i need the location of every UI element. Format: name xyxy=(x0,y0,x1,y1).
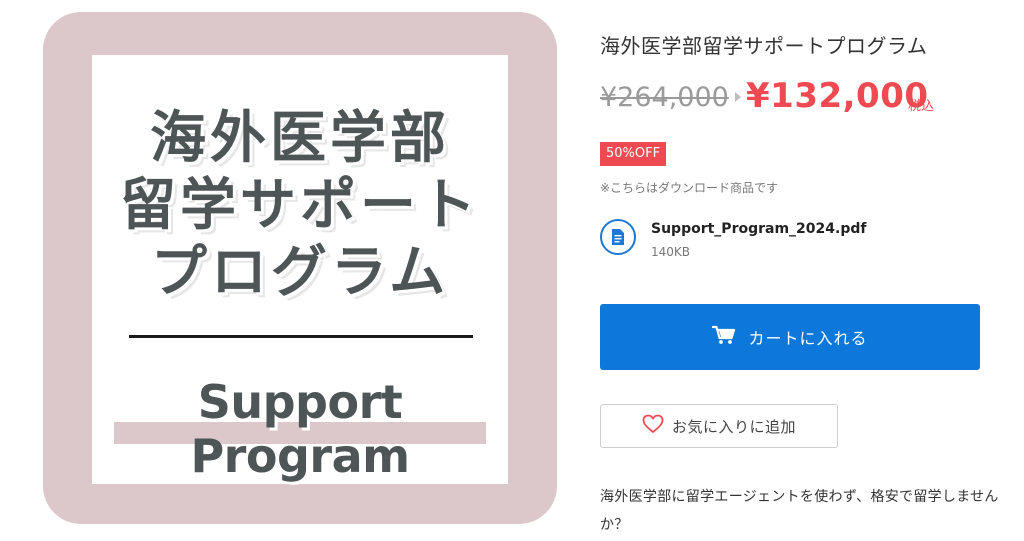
price-arrow-icon xyxy=(735,92,741,102)
file-size: 140KB xyxy=(651,245,691,259)
add-to-cart-button[interactable]: カートに入れる xyxy=(600,304,980,370)
image-subtitle: Support Program xyxy=(190,375,410,483)
product-description: 海外医学部に留学エージェントを使わず、格安で留学しませんか？ xyxy=(600,489,999,533)
image-title-line: プログラム xyxy=(150,240,450,305)
file-name[interactable]: Support_Program_2024.pdf xyxy=(651,221,866,237)
image-title: 海外医学部 留学サポート プログラム xyxy=(92,105,508,306)
cart-icon xyxy=(712,325,736,349)
add-to-wishlist-button[interactable]: お気に入りに追加 xyxy=(600,404,838,448)
heart-icon xyxy=(642,414,664,438)
tax-label: 税込 xyxy=(908,99,935,114)
image-title-line: 海外医学部 xyxy=(150,106,450,171)
add-to-wishlist-label: お気に入りに追加 xyxy=(671,417,796,436)
product-title: 海外医学部留学サポートプログラム xyxy=(600,34,928,58)
download-note: ※こちらはダウンロード商品です xyxy=(600,181,779,195)
image-title-line: 留学サポート xyxy=(120,173,480,238)
image-divider xyxy=(129,335,473,338)
sale-price: ¥132,000 xyxy=(746,76,929,116)
original-price: ¥264,000 xyxy=(600,82,729,113)
discount-badge: 50%OFF xyxy=(600,142,667,166)
add-to-cart-label: カートに入れる xyxy=(748,329,868,348)
product-image: 海外医学部 留学サポート プログラム Support Program xyxy=(43,12,557,524)
product-image-card: 海外医学部 留学サポート プログラム Support Program xyxy=(92,55,508,484)
document-icon xyxy=(600,219,636,255)
price-row: ¥264,000 ¥132,000 税込 xyxy=(600,76,1000,120)
